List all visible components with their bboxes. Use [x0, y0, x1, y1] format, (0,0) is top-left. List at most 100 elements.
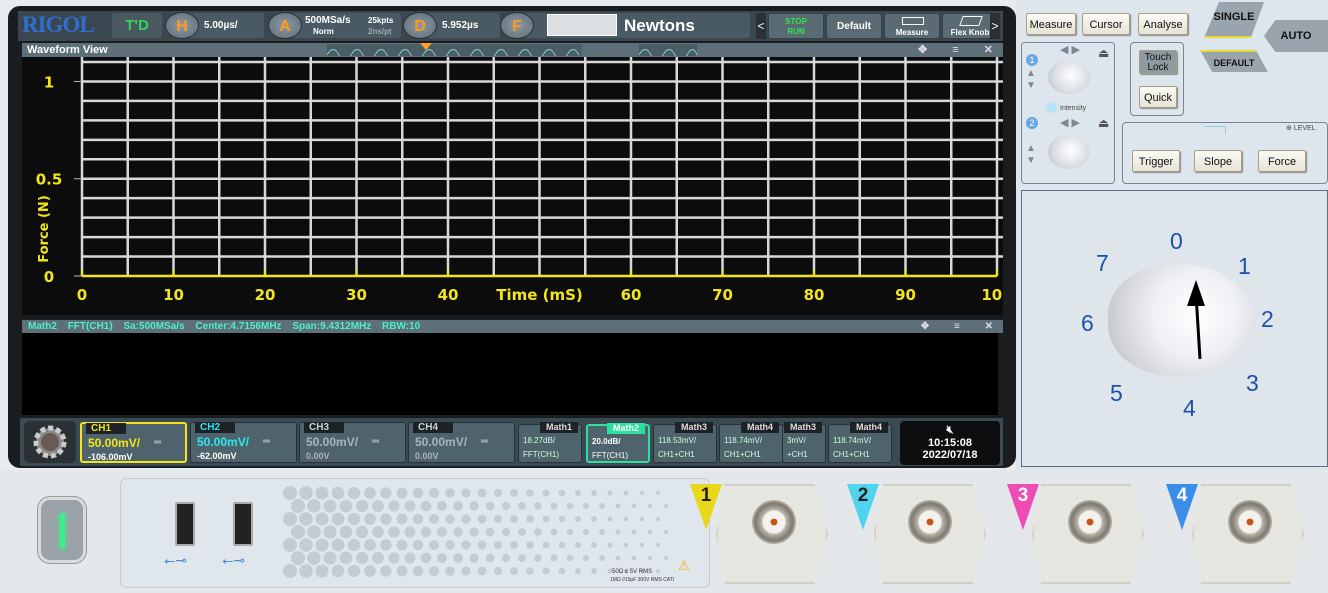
dial-position-7[interactable]: 7: [1096, 250, 1109, 277]
channel-1-card[interactable]: CH1 50.00mV/ ═ -106.00mV: [80, 422, 187, 463]
auto-button[interactable]: AUTO: [1264, 20, 1328, 52]
channel-3-card[interactable]: CH3 50.00mV/ ═ 0.00V: [299, 422, 406, 463]
input-spec-1mohm: 1MΩ //15pF 300V RMS CATI: [610, 577, 675, 583]
selector-dial-knob[interactable]: [1108, 264, 1254, 376]
grille-hole: [453, 527, 463, 537]
math-3-card-duplicate[interactable]: Math3 3mV/ +CH1: [782, 422, 826, 463]
power-button[interactable]: [38, 497, 86, 563]
trigger-status[interactable]: T'D: [112, 13, 162, 38]
math-2-card[interactable]: Math2 20.0dB/ FFT(CH1): [586, 423, 650, 463]
intensity-knob-2[interactable]: [1048, 135, 1090, 169]
bnc-input-2[interactable]: [908, 500, 952, 544]
grille-hole: [534, 554, 542, 562]
timebase-overview[interactable]: [327, 44, 587, 56]
usb-port-2[interactable]: [233, 502, 253, 546]
waveform-view-header: Waveform View ✥ ≡ ✕: [22, 43, 1003, 57]
toolbar-next-button[interactable]: >: [990, 13, 1000, 39]
close-icon[interactable]: ✕: [984, 44, 993, 56]
menu-icon[interactable]: ≡: [952, 44, 958, 56]
grille-hole: [412, 513, 424, 525]
grille-hole: [656, 543, 660, 547]
trigger-position-marker[interactable]: [420, 43, 432, 50]
analyse-key[interactable]: Analyse: [1138, 13, 1188, 35]
grille-hole: [331, 564, 345, 578]
grille-hole: [436, 552, 448, 564]
menu-icon[interactable]: ≡: [954, 321, 960, 332]
grille-hole: [283, 538, 297, 552]
settings-gear-button[interactable]: [24, 421, 76, 463]
function-button[interactable]: F: [500, 12, 534, 39]
left-right-arrows-icon: ◀ ▶: [1060, 117, 1080, 129]
touch-move-icon[interactable]: ✥: [921, 321, 929, 332]
math-4-card-duplicate[interactable]: Math4 118.74mV/ CH1+CH1: [828, 422, 892, 463]
grille-hole: [396, 487, 408, 499]
dial-position-4[interactable]: 4: [1183, 395, 1196, 422]
function-label: Newtons: [624, 16, 695, 35]
grille-hole: [615, 503, 621, 509]
bnc-input-4[interactable]: [1228, 500, 1272, 544]
dial-position-2[interactable]: 2: [1261, 306, 1274, 333]
measure-key[interactable]: Measure: [1026, 13, 1076, 35]
intensity-knob-1[interactable]: [1048, 60, 1090, 94]
math-4-card[interactable]: Math4 118.74mV/ CH1+CH1: [719, 422, 783, 463]
grille-hole: [639, 490, 645, 496]
grille-hole: [526, 515, 534, 523]
grille-hole: [331, 512, 345, 526]
stop-run-button[interactable]: STOP RUN: [768, 13, 824, 39]
speaker-mute-icon[interactable]: 🔇︎: [900, 424, 1000, 437]
grille-hole: [428, 487, 440, 499]
dial-position-5[interactable]: 5: [1110, 380, 1123, 407]
grille-hole: [323, 551, 337, 565]
dial-position-3[interactable]: 3: [1246, 370, 1259, 397]
channel-4-card[interactable]: CH4 50.00mV/ ═ 0.00V: [408, 422, 515, 463]
grille-hole: [647, 555, 653, 561]
grille-hole: [307, 499, 321, 513]
dial-position-0[interactable]: 0: [1170, 228, 1183, 255]
bnc-input-1[interactable]: [752, 500, 796, 544]
toolbar-prev-button[interactable]: <: [756, 13, 766, 39]
measure-button[interactable]: Measure: [884, 13, 940, 39]
clock-panel[interactable]: 🔇︎ 10:15:08 2022/07/18: [900, 421, 1000, 465]
math-rbw: RBW:10: [382, 321, 421, 332]
slope-button[interactable]: Slope: [1194, 150, 1242, 172]
math-1-card[interactable]: Math1 18.27dB/ FFT(CH1): [518, 422, 582, 463]
grille-hole: [510, 541, 518, 549]
cursor-key[interactable]: Cursor: [1082, 13, 1130, 35]
bnc-input-3[interactable]: [1068, 500, 1112, 544]
quick-button[interactable]: Quick: [1139, 86, 1177, 108]
grille-hole: [631, 555, 637, 561]
touch-lock-button[interactable]: Touch Lock: [1139, 50, 1177, 74]
channel-scale: 50.00mV/: [88, 436, 141, 450]
channel-2-card[interactable]: CH2 50.00mV/ ═ -62.00mV: [190, 422, 297, 463]
default-button[interactable]: Default: [826, 13, 882, 39]
grille-hole: [485, 501, 495, 511]
waveform-plot[interactable]: 0 0.5 1 Force (N) 0 10 20 30 40 60 70 80 90 100 Time (…: [22, 57, 1003, 315]
zoom-overview[interactable]: [639, 44, 699, 56]
trigger-button[interactable]: Trigger: [1132, 150, 1180, 172]
grille-hole: [493, 540, 503, 550]
math-label: Math2: [28, 321, 57, 332]
grille-hole: [428, 565, 440, 577]
dial-position-1[interactable]: 1: [1238, 253, 1251, 280]
grille-hole: [428, 513, 440, 525]
acquire-panel[interactable]: 500MSa/s 25kpts Norm 2ns/pt: [285, 13, 401, 38]
grille-hole: [283, 564, 297, 578]
grille-hole: [380, 513, 392, 525]
function-input[interactable]: [547, 14, 617, 36]
channel-offset: 0.00V: [306, 451, 330, 461]
dial-position-6[interactable]: 6: [1081, 310, 1094, 337]
dc-coupling-icon: ═: [263, 436, 271, 447]
touch-move-icon[interactable]: ✥: [918, 44, 927, 56]
horizontal-button[interactable]: H: [165, 12, 199, 39]
math-3-card[interactable]: Math3 118.53mV/ CH1+CH1: [653, 422, 717, 463]
grille-hole: [380, 487, 392, 499]
force-button[interactable]: Force: [1258, 150, 1306, 172]
grille-hole: [656, 491, 660, 495]
delay-button[interactable]: D: [403, 12, 437, 39]
usb-port-1[interactable]: [175, 502, 195, 546]
close-icon[interactable]: ✕: [985, 321, 993, 332]
input-spec-50ohm: 50Ω ≤ 5V RMS: [612, 569, 653, 575]
acquire-button[interactable]: A: [268, 12, 302, 39]
math-view-area[interactable]: [22, 333, 998, 415]
grille-hole: [445, 540, 455, 550]
